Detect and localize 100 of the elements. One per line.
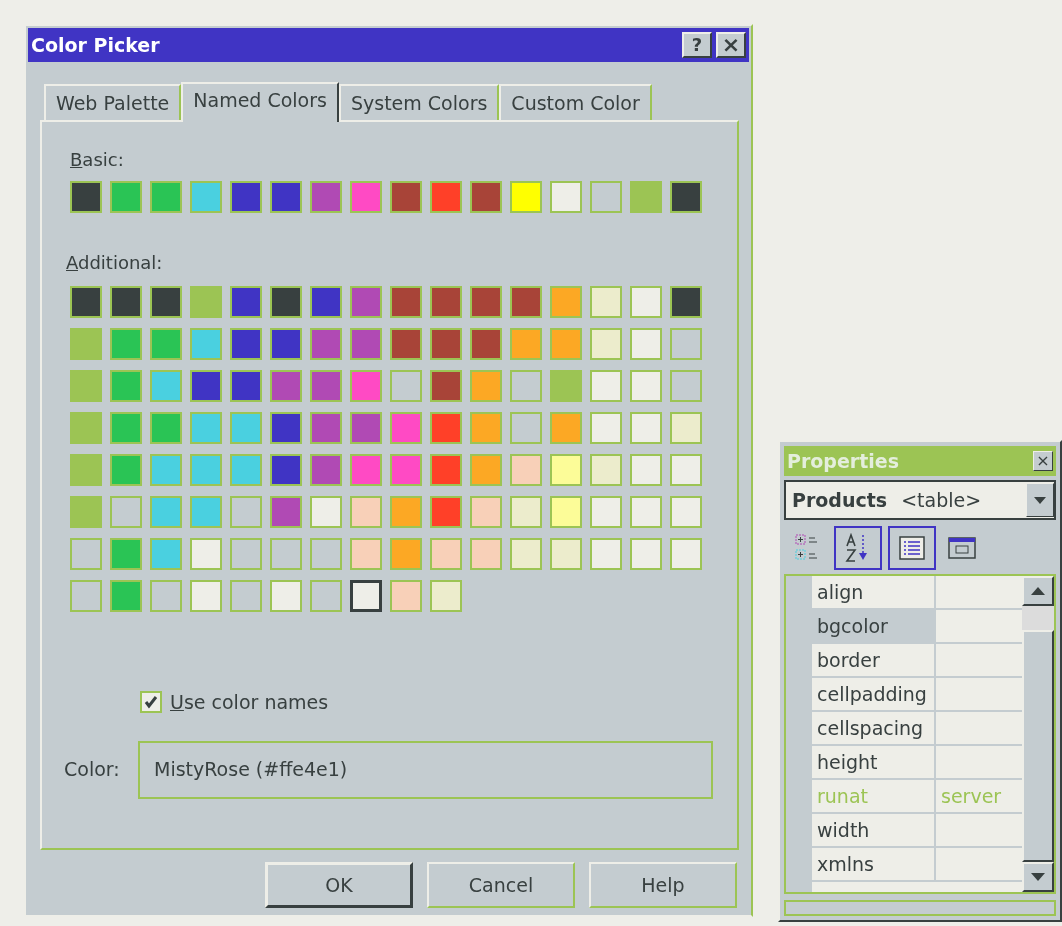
color-swatch[interactable]	[150, 181, 182, 213]
property-name[interactable]: height	[812, 746, 936, 778]
tab[interactable]: Custom Color	[499, 84, 652, 120]
color-swatch[interactable]	[350, 328, 382, 360]
color-swatch[interactable]	[390, 328, 422, 360]
color-swatch[interactable]	[430, 496, 462, 528]
dialog-button[interactable]: Cancel	[427, 862, 575, 908]
color-swatch[interactable]	[470, 328, 502, 360]
color-swatch[interactable]	[350, 181, 382, 213]
color-swatch[interactable]	[590, 412, 622, 444]
close-button[interactable]: ×	[716, 32, 746, 58]
color-swatch[interactable]	[350, 538, 382, 570]
color-swatch[interactable]	[230, 496, 262, 528]
color-swatch[interactable]	[470, 286, 502, 318]
color-swatch[interactable]	[110, 538, 142, 570]
color-swatch[interactable]	[670, 454, 702, 486]
color-swatch[interactable]	[510, 328, 542, 360]
color-swatch[interactable]	[350, 496, 382, 528]
help-button[interactable]: ?	[682, 32, 712, 58]
color-swatch[interactable]	[550, 454, 582, 486]
color-swatch[interactable]	[670, 412, 702, 444]
color-swatch[interactable]	[310, 286, 342, 318]
tab[interactable]: System Colors	[338, 84, 500, 120]
color-swatch[interactable]	[590, 286, 622, 318]
color-swatch[interactable]	[110, 370, 142, 402]
color-swatch[interactable]	[190, 412, 222, 444]
color-swatch[interactable]	[630, 181, 662, 213]
toolbar-button[interactable]	[834, 526, 882, 570]
color-swatch[interactable]	[70, 370, 102, 402]
color-swatch[interactable]	[430, 454, 462, 486]
color-swatch[interactable]	[110, 328, 142, 360]
color-swatch[interactable]	[310, 496, 342, 528]
property-name[interactable]: bgcolor	[812, 610, 936, 642]
color-swatch[interactable]	[590, 454, 622, 486]
color-swatch[interactable]	[110, 496, 142, 528]
color-swatch[interactable]	[270, 181, 302, 213]
color-swatch[interactable]	[670, 538, 702, 570]
color-swatch[interactable]	[270, 370, 302, 402]
color-swatch[interactable]	[150, 412, 182, 444]
color-swatch[interactable]	[150, 328, 182, 360]
color-swatch[interactable]	[190, 181, 222, 213]
color-swatch[interactable]	[350, 370, 382, 402]
color-swatch[interactable]	[110, 181, 142, 213]
color-swatch[interactable]	[70, 496, 102, 528]
color-swatch[interactable]	[470, 370, 502, 402]
checkbox[interactable]	[140, 691, 162, 714]
color-swatch[interactable]	[510, 496, 542, 528]
toolbar-button[interactable]	[888, 526, 936, 570]
color-swatch[interactable]	[470, 496, 502, 528]
property-name[interactable]: border	[812, 644, 936, 676]
color-swatch[interactable]	[270, 328, 302, 360]
color-swatch[interactable]	[270, 412, 302, 444]
color-swatch[interactable]	[230, 370, 262, 402]
color-swatch[interactable]	[310, 538, 342, 570]
color-swatch[interactable]	[270, 454, 302, 486]
color-swatch[interactable]	[110, 412, 142, 444]
color-swatch[interactable]	[390, 370, 422, 402]
color-swatch[interactable]	[590, 538, 622, 570]
color-swatch[interactable]	[350, 580, 382, 612]
property-name[interactable]: xmlns	[812, 848, 936, 880]
color-swatch[interactable]	[430, 328, 462, 360]
color-swatch[interactable]	[510, 286, 542, 318]
color-swatch[interactable]	[150, 580, 182, 612]
color-swatch[interactable]	[390, 286, 422, 318]
color-swatch[interactable]	[550, 370, 582, 402]
color-swatch[interactable]	[630, 370, 662, 402]
color-swatch[interactable]	[590, 370, 622, 402]
object-dropdown[interactable]: Products <table>	[784, 480, 1056, 520]
scroll-track[interactable]	[1022, 606, 1054, 630]
color-swatch[interactable]	[630, 538, 662, 570]
color-swatch[interactable]	[550, 328, 582, 360]
color-swatch[interactable]	[270, 286, 302, 318]
color-swatch[interactable]	[150, 286, 182, 318]
scrollbar[interactable]	[1022, 576, 1054, 892]
color-swatch[interactable]	[230, 412, 262, 444]
tab[interactable]: Web Palette	[44, 84, 182, 120]
color-swatch[interactable]	[230, 454, 262, 486]
color-swatch[interactable]	[350, 286, 382, 318]
color-swatch[interactable]	[630, 454, 662, 486]
color-field[interactable]: MistyRose (#ffe4e1)	[138, 740, 713, 799]
color-swatch[interactable]	[230, 181, 262, 213]
dialog-button[interactable]: OK	[265, 862, 413, 908]
color-swatch[interactable]	[190, 286, 222, 318]
color-swatch[interactable]	[70, 580, 102, 612]
color-swatch[interactable]	[150, 538, 182, 570]
color-swatch[interactable]	[430, 181, 462, 213]
color-swatch[interactable]	[190, 538, 222, 570]
color-swatch[interactable]	[70, 412, 102, 444]
color-swatch[interactable]	[630, 412, 662, 444]
color-swatch[interactable]	[390, 412, 422, 444]
color-swatch[interactable]	[390, 580, 422, 612]
property-name[interactable]: align	[812, 576, 936, 608]
color-swatch[interactable]	[350, 454, 382, 486]
color-swatch[interactable]	[670, 370, 702, 402]
color-swatch[interactable]	[550, 496, 582, 528]
color-swatch[interactable]	[510, 454, 542, 486]
color-swatch[interactable]	[190, 496, 222, 528]
color-swatch[interactable]	[390, 496, 422, 528]
color-swatch[interactable]	[230, 328, 262, 360]
property-name[interactable]: cellpadding	[812, 678, 936, 710]
